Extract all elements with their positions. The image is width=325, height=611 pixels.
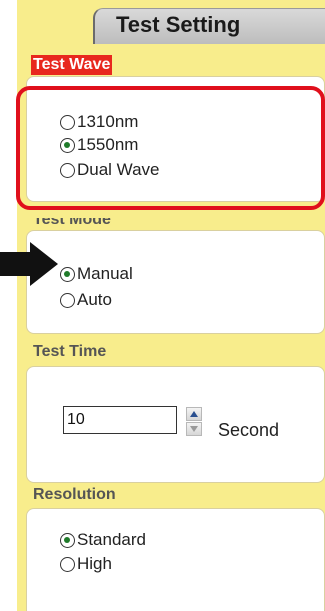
radio-label: High bbox=[77, 554, 112, 573]
resolution-label: Resolution bbox=[33, 486, 116, 503]
radio-dual-wave[interactable]: Dual Wave bbox=[60, 159, 160, 181]
radio-label: Standard bbox=[77, 530, 146, 549]
test-time-unit: Second bbox=[218, 420, 280, 440]
test-time-label: Test Time bbox=[33, 343, 107, 360]
radio-1310nm[interactable]: 1310nm bbox=[60, 111, 138, 133]
radio-button-checked-icon[interactable] bbox=[60, 532, 75, 548]
radio-button-icon[interactable] bbox=[60, 162, 75, 178]
radio-button-icon[interactable] bbox=[60, 114, 75, 130]
test-time-input[interactable] bbox=[63, 406, 177, 434]
radio-1550nm[interactable]: 1550nm bbox=[60, 134, 138, 156]
radio-manual[interactable]: Manual bbox=[60, 263, 133, 285]
radio-label: Auto bbox=[77, 290, 112, 309]
radio-label: Dual Wave bbox=[77, 160, 160, 179]
radio-high[interactable]: High bbox=[60, 553, 112, 575]
radio-label: Manual bbox=[77, 264, 133, 283]
triangle-down-icon bbox=[190, 426, 198, 432]
radio-button-icon[interactable] bbox=[60, 556, 75, 572]
test-wave-label: Test Wave bbox=[31, 55, 113, 75]
radio-button-icon[interactable] bbox=[60, 292, 75, 308]
spin-down-button[interactable] bbox=[186, 422, 202, 436]
radio-button-checked-icon[interactable] bbox=[60, 266, 75, 282]
radio-standard[interactable]: Standard bbox=[60, 529, 146, 551]
radio-label: 1550nm bbox=[77, 135, 139, 154]
spin-up-button[interactable] bbox=[186, 407, 202, 421]
radio-button-checked-icon[interactable] bbox=[60, 137, 75, 153]
radio-label: 1310nm bbox=[77, 112, 139, 131]
radio-auto[interactable]: Auto bbox=[60, 289, 112, 311]
pointer-arrow-icon bbox=[0, 242, 58, 286]
triangle-up-icon bbox=[190, 411, 198, 417]
panel-title: Test Setting bbox=[116, 12, 241, 37]
